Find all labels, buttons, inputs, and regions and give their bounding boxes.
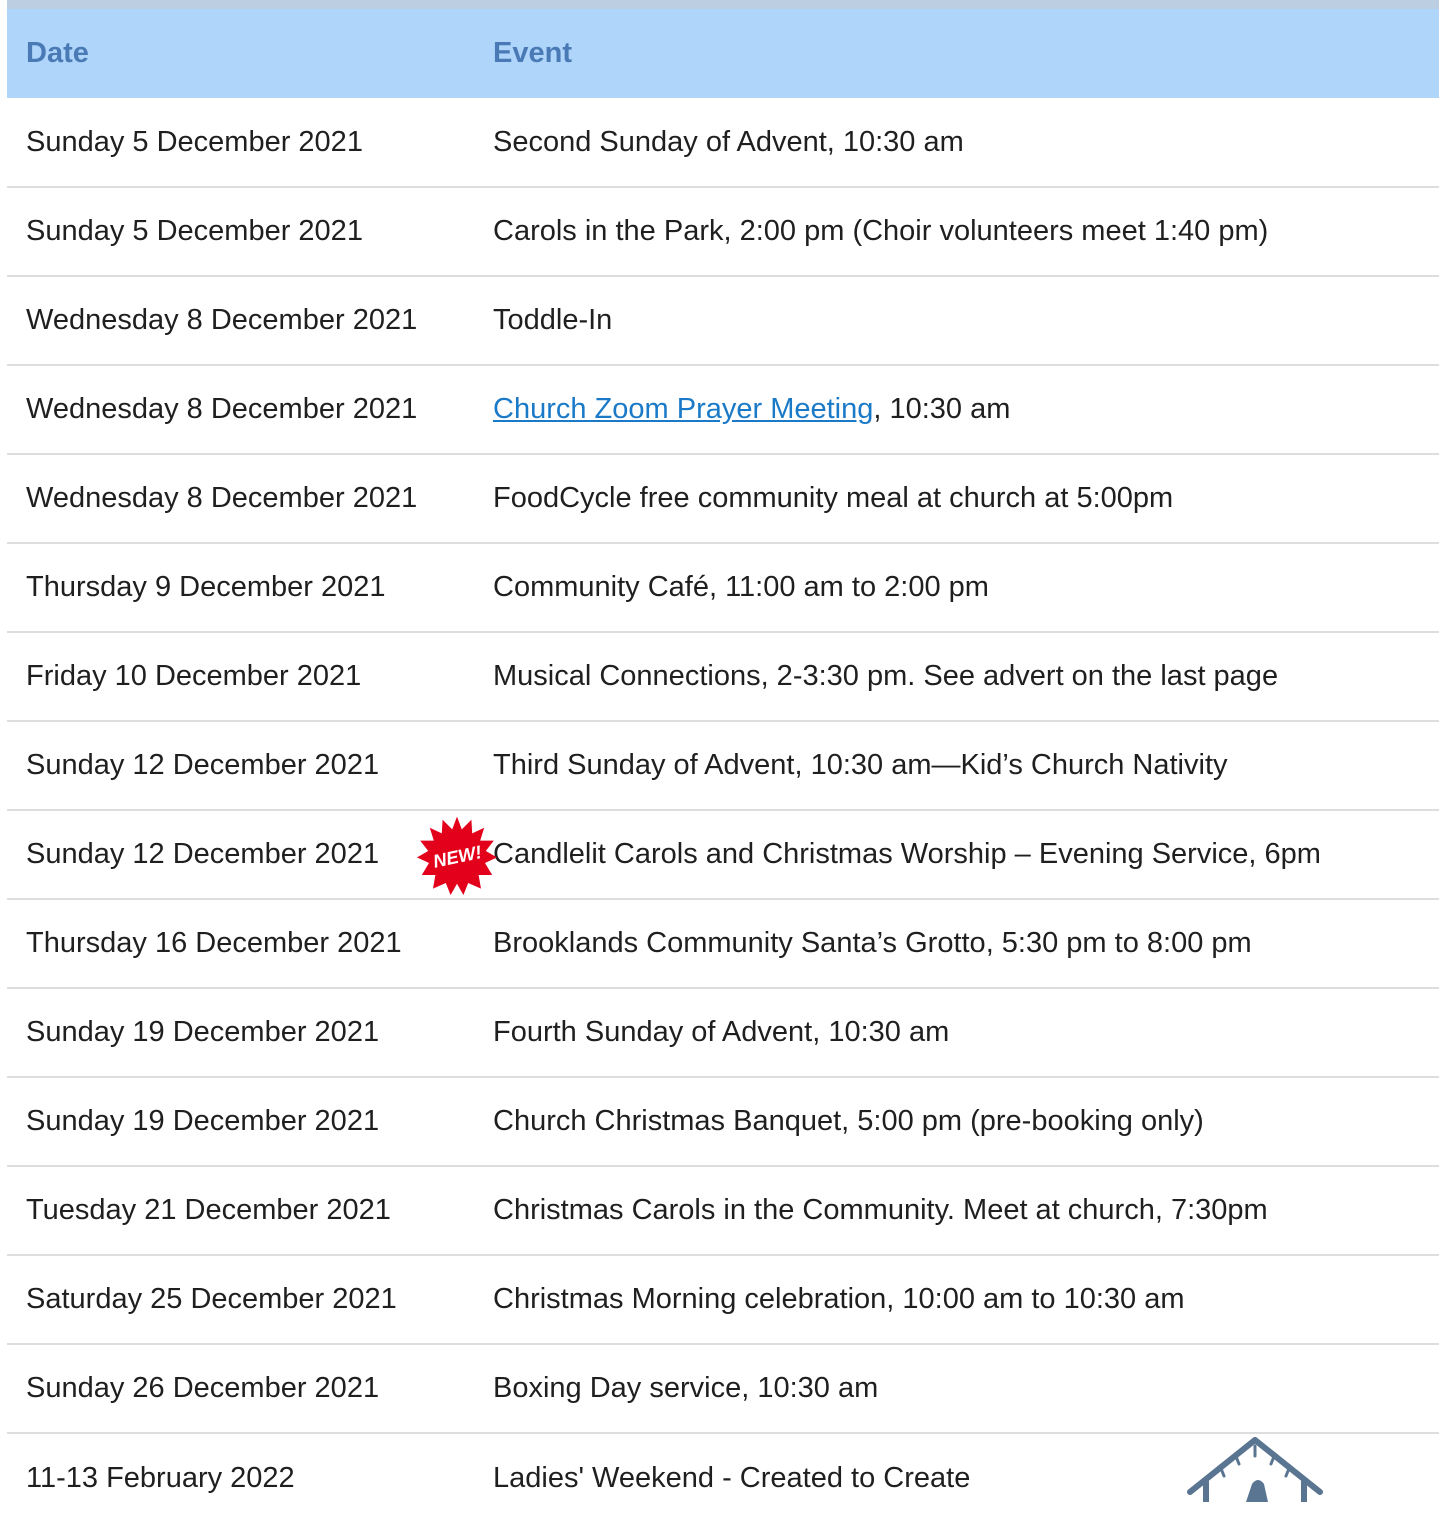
event-description: Community Café, 11:00 am to 2:00 pm [493,571,989,603]
event-date: Thursday 16 December 2021 [26,927,402,959]
table-header-row: Date Event [7,9,1439,98]
event-date: Sunday 19 December 2021 [26,1105,380,1137]
event-date: Friday 10 December 2021 [26,660,362,692]
event-description: Christmas Carols in the Community. Meet … [493,1194,1268,1226]
event-description: FoodCycle free community meal at church … [493,482,1174,514]
event-description: Toddle-In [493,304,613,336]
table-row: Thursday 16 December 2021 Brooklands Com… [7,899,1439,988]
event-description: Fourth Sunday of Advent, 10:30 am [493,1016,950,1048]
table-row: Sunday 26 December 2021 Boxing Day servi… [7,1344,1439,1433]
event-date: Wednesday 8 December 2021 [26,482,418,514]
event-date: Tuesday 21 December 2021 [26,1194,391,1226]
event-date: Thursday 9 December 2021 [26,571,386,603]
new-starburst-icon: NEW! [417,816,497,895]
nativity-stable-icon [1187,1437,1323,1502]
event-date: Sunday 19 December 2021 [26,1016,380,1048]
event-date: Sunday 12 December 2021 [26,749,380,781]
table-row: Saturday 25 December 2021 Christmas Morn… [7,1255,1439,1344]
event-description: Carols in the Park, 2:00 pm (Choir volun… [493,215,1269,247]
table-row: Sunday 12 December 2021 Third Sunday of … [7,721,1439,810]
event-date: Sunday 26 December 2021 [26,1372,380,1404]
event-description: Christmas Morning celebration, 10:00 am … [493,1283,1185,1315]
event-description: Church Christmas Banquet, 5:00 pm (pre-b… [493,1105,1204,1137]
top-strip [7,0,1439,9]
event-date: Sunday 5 December 2021 [26,125,363,158]
event-date: Wednesday 8 December 2021 [26,304,418,336]
event-description: Church Zoom Prayer Meeting, 10:30 am [487,365,1439,454]
table-row: Thursday 9 December 2021 Community Café,… [7,543,1439,632]
event-date-cell: Sunday 12 December 2021 NEW! [7,810,497,899]
table-row: Wednesday 8 December 2021 Toddle-In [7,276,1439,365]
zoom-prayer-meeting-link[interactable]: Church Zoom Prayer Meeting [493,393,873,425]
event-date: 11-13 February 2022 [26,1461,295,1494]
header-date: Date [26,37,89,69]
event-date: Wednesday 8 December 2021 [26,393,418,425]
header-event: Event [493,37,572,69]
event-description: Second Sunday of Advent, 10:30 am [493,125,964,158]
event-date: Sunday 12 December 2021 [26,838,380,870]
event-date: Sunday 5 December 2021 [26,215,363,247]
table-row: Friday 10 December 2021 Musical Connecti… [7,632,1439,721]
table-row: Sunday 12 December 2021 NEW! Candlelit C… [7,810,1439,899]
table-row: Sunday 5 December 2021 Second Sunday of … [7,98,1439,187]
event-description: Third Sunday of Advent, 10:30 am—Kid’s C… [493,749,1228,781]
event-description: Candlelit Carols and Christmas Worship –… [493,838,1321,870]
table-row: Wednesday 8 December 2021 Church Zoom Pr… [7,365,1439,454]
event-description: Boxing Day service, 10:30 am [493,1372,879,1404]
event-description: Brooklands Community Santa’s Grotto, 5:3… [493,927,1252,959]
nativity-figure [1246,1480,1268,1502]
table-row: Tuesday 21 December 2021 Christmas Carol… [7,1166,1439,1255]
table-row: Sunday 19 December 2021 Church Christmas… [7,1077,1439,1166]
table-row: Wednesday 8 December 2021 FoodCycle free… [7,454,1439,543]
table-row: Sunday 19 December 2021 Fourth Sunday of… [7,988,1439,1077]
events-table: Date Event Sunday 5 December 2021 Second… [7,9,1439,1522]
event-suffix: , 10:30 am [873,393,1011,425]
table-row: Sunday 5 December 2021 Carols in the Par… [7,187,1439,276]
event-date: Saturday 25 December 2021 [26,1283,397,1315]
event-description: Musical Connections, 2-3:30 pm. See adve… [493,660,1279,692]
